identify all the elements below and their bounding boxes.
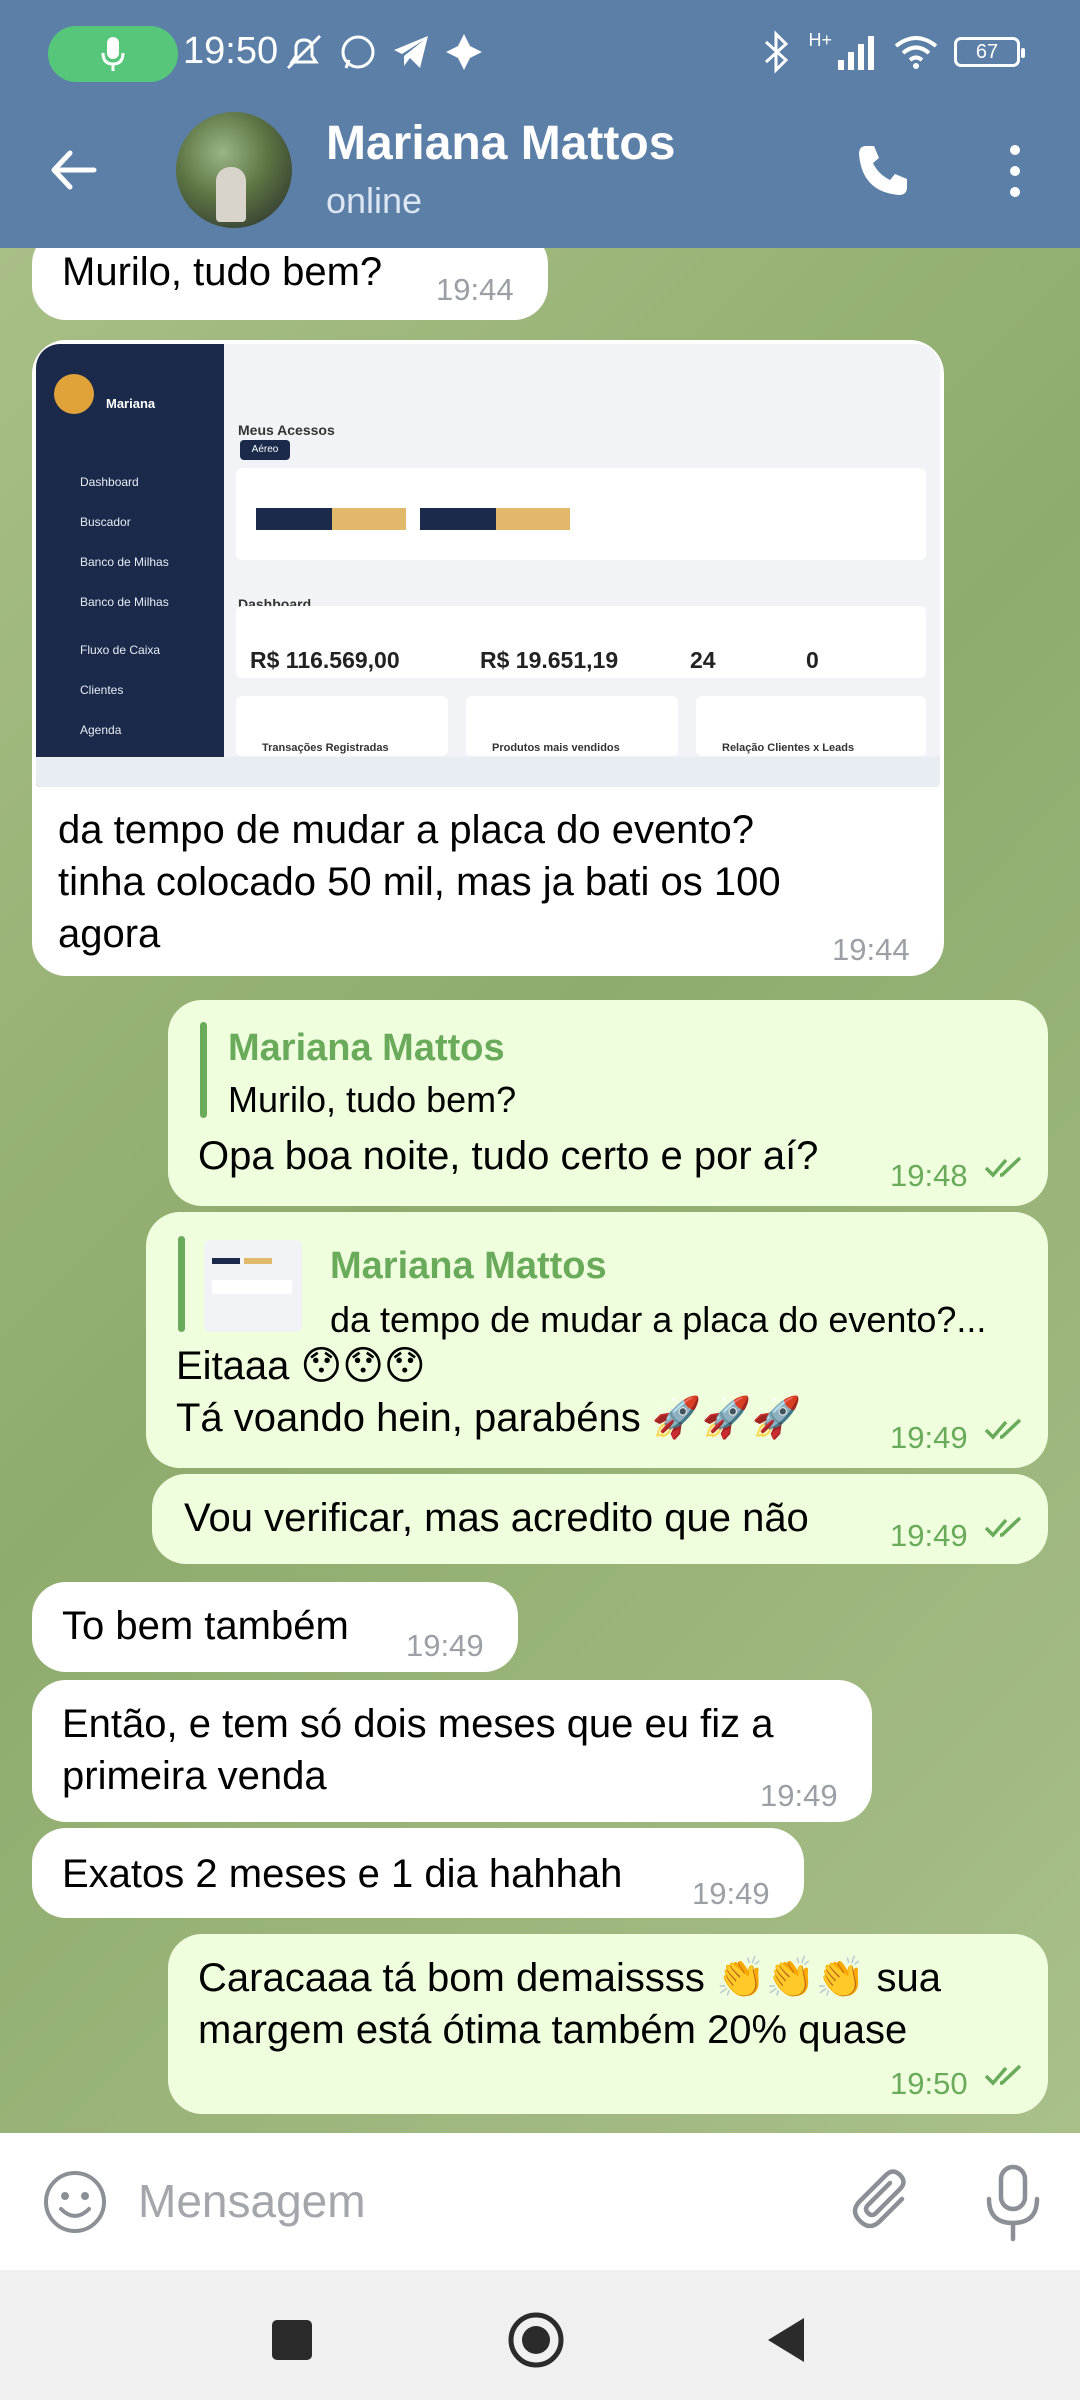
double-check-icon — [984, 1516, 1022, 1538]
back-arrow-icon[interactable] — [44, 140, 104, 200]
emoji-icon[interactable] — [42, 2169, 108, 2235]
screenshot-nav-item: Banco de Milhas — [80, 595, 169, 609]
message-time: 19:44 — [832, 932, 910, 967]
message-text: da tempo de mudar a placa do evento? tin… — [58, 808, 781, 956]
wifi-icon — [894, 36, 938, 69]
signal-icon — [838, 36, 874, 70]
phone-icon[interactable] — [852, 140, 914, 202]
system-icons: H+ 67 — [760, 30, 1025, 74]
message-time: 19:49 — [692, 1876, 770, 1911]
message-text: Exatos 2 meses e 1 dia hahhah — [62, 1852, 623, 1896]
attach-icon[interactable] — [850, 2167, 914, 2237]
message-time: 19:49 — [890, 1420, 968, 1455]
screenshot-card: Produtos mais vendidos — [466, 696, 678, 756]
status-bar: 19:50 H+ 67 — [0, 0, 1080, 110]
screenshot-access-card — [236, 468, 926, 560]
telegram-icon — [394, 36, 428, 68]
shared-screenshot-image[interactable]: Mariana Dashboard Buscador Banco de Milh… — [36, 344, 940, 787]
mic-icon — [101, 37, 125, 71]
message-text: Então, e tem só dois meses que eu fiz a … — [62, 1702, 774, 1798]
app-notification-icon — [446, 34, 482, 70]
screenshot-nav-item: Agenda — [80, 723, 122, 737]
message-bubble-in[interactable]: Murilo, tudo bem? 19:44 — [32, 248, 548, 320]
message-text: Vou verificar, mas acredito que não — [184, 1496, 809, 1540]
contact-name[interactable]: Mariana Mattos — [326, 116, 675, 171]
whatsapp-icon — [341, 35, 375, 69]
reply-author[interactable]: Mariana Mattos — [330, 1240, 607, 1292]
silent-bell-icon — [286, 34, 322, 70]
screenshot-metric: R$ 19.651,19 — [480, 647, 619, 673]
screenshot-sidebar: Mariana Dashboard Buscador Banco de Milh… — [36, 344, 224, 787]
reply-snippet[interactable]: Murilo, tudo bem? — [228, 1074, 516, 1126]
screenshot-metric: 24 — [690, 647, 716, 673]
home-icon[interactable] — [506, 2310, 566, 2370]
more-vertical-icon[interactable] — [1000, 140, 1030, 202]
message-bubble-in[interactable]: Exatos 2 meses e 1 dia hahhah 19:49 — [32, 1828, 804, 1918]
status-time: 19:50 — [183, 30, 279, 72]
message-text: Murilo, tudo bem? — [62, 250, 383, 294]
message-time: 19:48 — [890, 1158, 968, 1193]
network-type: H+ — [808, 30, 832, 50]
screenshot-card: Transações Registradas — [236, 696, 448, 756]
mic-active-indicator — [48, 26, 178, 82]
screenshot-card: Relação Clientes x Leads — [696, 696, 926, 756]
screenshot-tab: Aéreo — [240, 440, 290, 460]
bluetooth-icon — [765, 30, 789, 74]
message-bubble-in[interactable]: Mariana Dashboard Buscador Banco de Milh… — [32, 340, 944, 976]
notification-icons — [282, 30, 484, 74]
back-nav-icon[interactable] — [756, 2310, 816, 2370]
message-time: 19:49 — [406, 1628, 484, 1663]
screenshot-brand: Mariana — [106, 396, 156, 411]
screenshot-metric: R$ 116.569,00 — [250, 647, 400, 673]
screenshot-metric: 0 — [806, 647, 819, 673]
double-check-icon — [984, 1156, 1022, 1178]
reply-snippet[interactable]: da tempo de mudar a placa do evento?... — [330, 1294, 986, 1346]
reply-quote-bar — [178, 1236, 185, 1332]
message-bubble-in[interactable]: To bem também 19:49 — [32, 1582, 518, 1672]
double-check-icon — [984, 2064, 1022, 2086]
reply-author[interactable]: Mariana Mattos — [228, 1022, 505, 1074]
microphone-icon[interactable] — [982, 2163, 1044, 2243]
message-bubble-out[interactable]: Caracaaa tá bom demaissss 👏👏👏 sua margem… — [168, 1934, 1048, 2114]
message-text: Opa boa noite, tudo certo e por aí? — [198, 1134, 819, 1178]
message-time: 19:49 — [760, 1778, 838, 1813]
message-time: 19:50 — [890, 2066, 968, 2101]
battery-level: 67 — [975, 40, 999, 63]
message-bubble-in[interactable]: Então, e tem só dois meses que eu fiz a … — [32, 1680, 872, 1822]
chat-header: 19:50 H+ 67 Mariana Mattos online — [0, 0, 1080, 248]
contact-status: online — [326, 180, 423, 221]
message-text: Caracaaa tá bom demaissss 👏👏👏 sua margem… — [198, 1956, 942, 2052]
message-text: To bem também — [62, 1604, 349, 1648]
double-check-icon — [984, 1418, 1022, 1440]
system-navigation-bar — [0, 2270, 1080, 2400]
message-input[interactable] — [138, 2161, 798, 2241]
recent-apps-icon[interactable] — [262, 2310, 322, 2370]
message-bubble-out[interactable]: Vou verificar, mas acredito que não 19:4… — [152, 1474, 1048, 1564]
message-time: 19:44 — [436, 272, 514, 307]
contact-avatar[interactable] — [176, 112, 292, 228]
message-bubble-out[interactable]: Mariana Mattos da tempo de mudar a placa… — [146, 1212, 1048, 1468]
reply-quote-bar — [200, 1022, 207, 1118]
battery-indicator: 67 — [954, 37, 1025, 67]
message-time: 19:49 — [890, 1518, 968, 1553]
chat-messages[interactable]: Murilo, tudo bem? 19:44 Mariana Dashboar… — [0, 248, 1080, 2133]
message-bubble-out[interactable]: Mariana Mattos Murilo, tudo bem? Opa boa… — [168, 1000, 1048, 1206]
screenshot-taskbar — [36, 757, 940, 787]
message-text: Eitaaa 😯😯😯 Tá voando hein, parabéns 🚀🚀🚀 — [176, 1344, 802, 1440]
message-composer — [0, 2133, 1080, 2270]
reply-thumbnail — [204, 1240, 302, 1332]
